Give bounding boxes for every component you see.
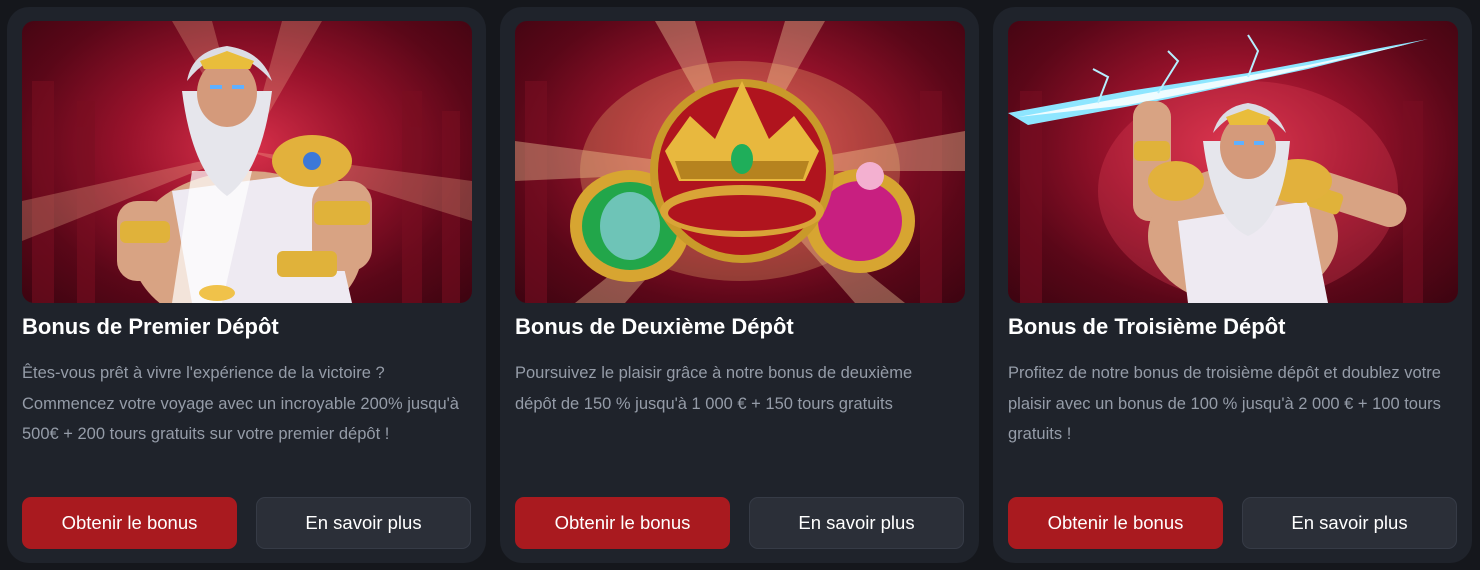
bonus-card-first-deposit: Bonus de Premier Dépôt Êtes-vous prêt à … bbox=[7, 7, 486, 563]
zeus-holding-coins-illustration bbox=[22, 21, 472, 303]
learn-more-button[interactable]: En savoir plus bbox=[1242, 497, 1457, 549]
golden-crown-and-rings-illustration bbox=[515, 21, 965, 303]
learn-more-button[interactable]: En savoir plus bbox=[256, 497, 471, 549]
bonus-card-second-deposit: Bonus de Deuxième Dépôt Poursuivez le pl… bbox=[500, 7, 979, 563]
card-title: Bonus de Troisième Dépôt bbox=[1008, 314, 1286, 339]
bonus-card-third-deposit: Bonus de Troisième Dépôt Profitez de not… bbox=[993, 7, 1472, 563]
card-title: Bonus de Deuxième Dépôt bbox=[515, 314, 794, 339]
zeus-throwing-lightning-illustration bbox=[1008, 21, 1458, 303]
learn-more-button[interactable]: En savoir plus bbox=[749, 497, 964, 549]
bonus-cards-row: Bonus de Premier Dépôt Êtes-vous prêt à … bbox=[0, 0, 1480, 570]
card-description: Êtes-vous prêt à vivre l'expérience de l… bbox=[22, 364, 459, 443]
card-description: Poursuivez le plaisir grâce à notre bonu… bbox=[515, 364, 913, 413]
get-bonus-button[interactable]: Obtenir le bonus bbox=[515, 497, 730, 549]
card-title: Bonus de Premier Dépôt bbox=[22, 314, 279, 339]
get-bonus-button[interactable]: Obtenir le bonus bbox=[1008, 497, 1223, 549]
get-bonus-button[interactable]: Obtenir le bonus bbox=[22, 497, 237, 549]
card-description: Profitez de notre bonus de troisième dép… bbox=[1008, 364, 1441, 443]
